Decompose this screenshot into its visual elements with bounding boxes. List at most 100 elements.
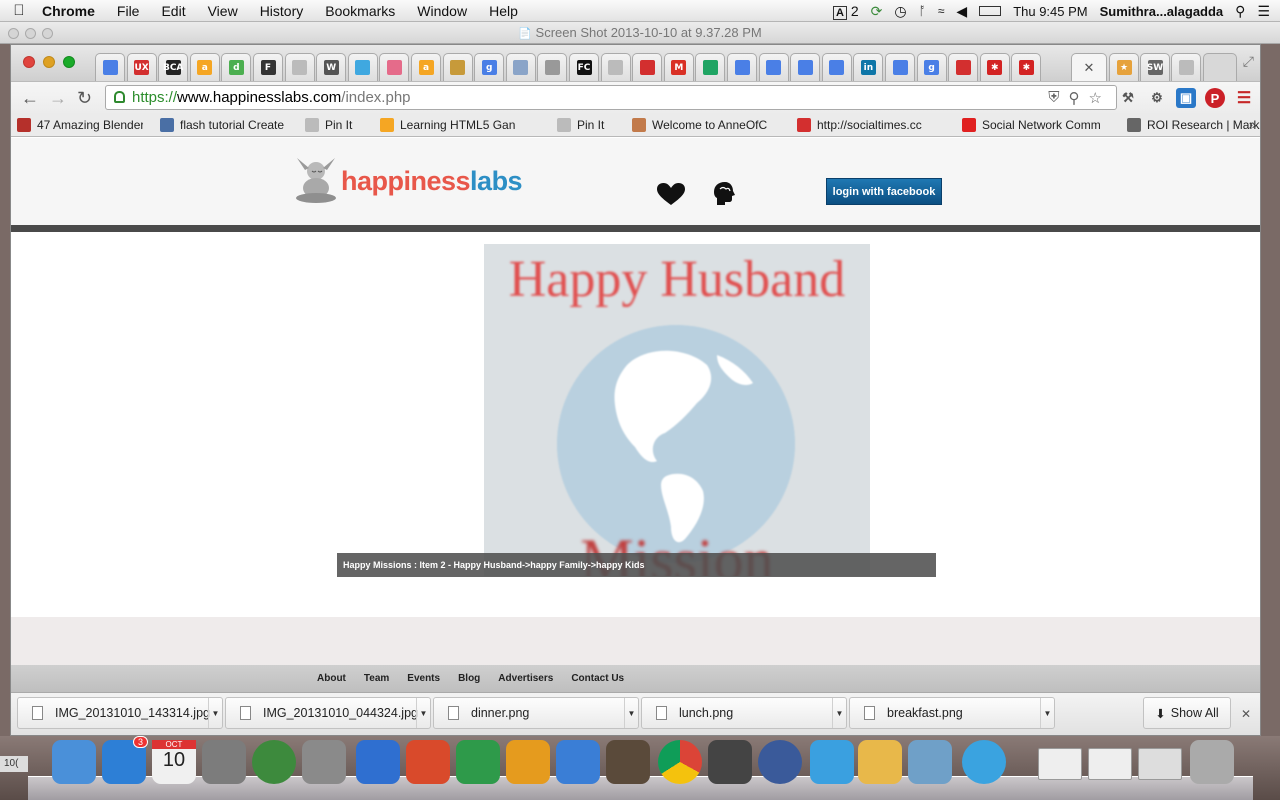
tab[interactable]: g [916,53,947,81]
login-with-facebook-button[interactable]: login with facebook [826,178,942,205]
footer-link-blog[interactable]: Blog [458,673,480,684]
user-name[interactable]: Sumithra...alagadda [1100,4,1224,19]
menu-app-chrome[interactable]: Chrome [38,3,106,19]
trash-icon[interactable] [1190,740,1234,784]
wifi-icon[interactable]: ≈ [938,4,945,18]
download-menu-caret-icon[interactable]: ▼ [208,698,222,728]
clock[interactable]: Thu 9:45 PM [1013,4,1087,19]
bookmark-item[interactable]: http://socialtimes.cc [797,117,945,132]
menu-window[interactable]: Window [406,3,478,19]
battery-icon[interactable] [979,6,1002,16]
new-tab-button[interactable] [1203,53,1237,81]
tab[interactable]: g [474,53,505,81]
back-button[interactable]: ← [21,88,39,109]
tab[interactable]: ✱ [1011,53,1042,81]
bookmark-item[interactable]: ROI Research | Mark [1127,117,1260,132]
close-tab-icon[interactable]: ✕ [1084,60,1095,76]
tab[interactable]: FC [569,53,599,81]
download-item[interactable]: IMG_20131010_044324.jpg ▼ [225,697,431,729]
calendar-icon[interactable]: OCT 10 [152,740,196,784]
bookmark-item[interactable]: Welcome to AnneOfC [632,117,780,132]
paint-icon[interactable] [858,740,902,784]
excel-icon[interactable] [456,740,500,784]
head-brain-icon[interactable] [711,180,739,208]
hawk-icon[interactable] [606,740,650,784]
close-downloads-icon[interactable]: ✕ [1241,707,1251,721]
mission-hero-image[interactable]: Happy Husband Mission [484,244,870,576]
tab[interactable]: ✱ [979,53,1010,81]
tab[interactable] [379,53,410,81]
bookmark-item[interactable]: 47 Amazing Blender [17,117,143,132]
download-item[interactable]: IMG_20131010_143314.jpg ▼ [17,697,223,729]
bookmark-item[interactable]: Learning HTML5 Gan [380,117,540,132]
search-icon[interactable]: ⚲ [1235,3,1245,20]
footer-link-team[interactable]: Team [364,673,389,684]
doc-thumb-icon[interactable] [1038,748,1082,780]
tab[interactable]: d [221,53,252,81]
chrome-icon[interactable] [658,740,702,784]
tab[interactable]: a [411,53,441,81]
desktop-file-label[interactable]: 10( [0,756,28,772]
tab[interactable]: BCA [158,53,189,81]
tab[interactable] [948,53,979,81]
show-all-downloads-button[interactable]: ⬇ Show All [1143,697,1231,729]
doc-thumb-icon[interactable] [1088,748,1132,780]
app-store-icon[interactable]: 3 [102,736,148,784]
keynote-cloud-icon[interactable] [810,740,854,784]
footer-link-about[interactable]: About [317,673,346,684]
shield-icon[interactable]: ⛨ [1048,89,1059,107]
heart-icon[interactable] [656,182,686,206]
tab[interactable] [347,53,378,81]
time-machine-icon[interactable] [758,740,802,784]
minimize-button[interactable] [43,56,55,68]
satellite-icon[interactable] [302,740,346,784]
messenger-icon[interactable] [556,740,600,784]
preview-icon[interactable] [908,740,952,784]
powerpoint-icon[interactable] [406,740,450,784]
menu-bookmarks[interactable]: Bookmarks [314,3,406,19]
close-light[interactable] [8,28,19,39]
tab[interactable]: a [189,53,220,81]
fullscreen-icon[interactable]: ⤢ [1243,53,1254,70]
download-item[interactable]: breakfast.png ▼ [849,697,1055,729]
bookmark-star-icon[interactable]: ☆ [1089,89,1102,107]
tab[interactable]: UX [126,53,157,81]
tab[interactable] [790,53,821,81]
volume-icon[interactable]: ◀ [956,3,967,20]
menu-help[interactable]: Help [478,3,529,19]
download-menu-caret-icon[interactable]: ▼ [624,698,638,728]
magnifier-icon[interactable]: ⚲ [1069,89,1080,107]
tab[interactable] [505,53,536,81]
tab[interactable] [284,53,315,81]
tab[interactable] [758,53,789,81]
zoom-light[interactable] [42,28,53,39]
tab[interactable] [95,53,125,81]
download-menu-caret-icon[interactable]: ▼ [1040,698,1054,728]
bookmark-item[interactable]: Pin It [557,117,615,132]
tab[interactable]: M [663,53,694,81]
bookmarks-overflow-icon[interactable]: » [1249,117,1256,132]
tab[interactable]: F [253,53,283,81]
outlook-icon[interactable] [506,740,550,784]
pinterest-icon[interactable]: P [1205,88,1225,108]
tab[interactable] [695,53,726,81]
word-icon[interactable] [356,740,400,784]
apple-menu-icon[interactable]:  [0,2,38,19]
zoom-button[interactable] [63,56,75,68]
download-item[interactable]: dinner.png ▼ [433,697,639,729]
tab[interactable] [1171,53,1201,81]
download-globe-icon[interactable] [252,740,296,784]
tab[interactable] [600,53,631,81]
site-logo[interactable]: happinesslabs [293,154,523,204]
footer-link-contact-us[interactable]: Contact Us [571,673,624,684]
tab[interactable] [727,53,757,81]
tab[interactable]: SW [1140,53,1170,81]
dashboard-icon[interactable] [708,740,752,784]
menu-icon[interactable]: ☰ [1234,88,1254,108]
bluetooth-icon[interactable]: ᚩ [919,4,926,18]
active-tab[interactable]: ✕ [1071,53,1107,81]
tab[interactable] [632,53,663,81]
tab[interactable] [885,53,915,81]
download-item[interactable]: lunch.png ▼ [641,697,847,729]
forward-button[interactable]: → [49,88,67,109]
